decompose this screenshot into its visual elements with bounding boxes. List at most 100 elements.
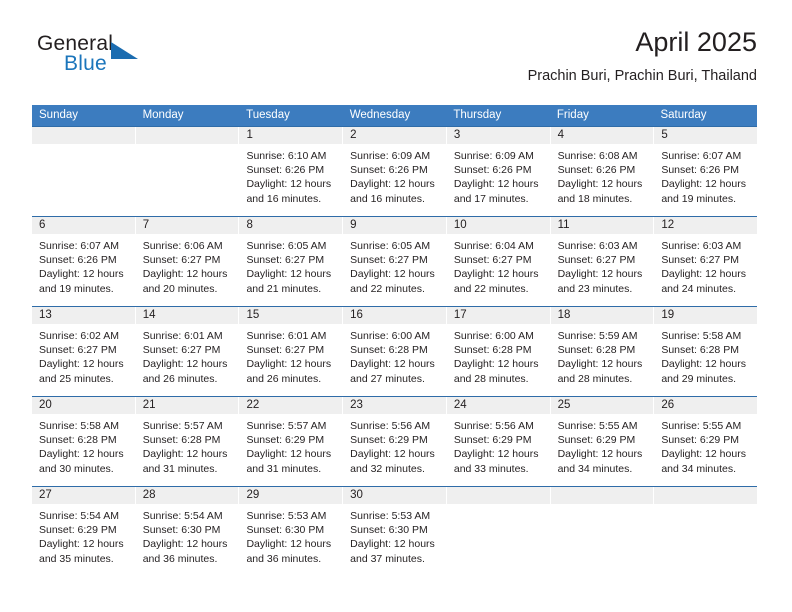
day-number-band: 27 bbox=[32, 487, 135, 504]
day-number-band: 5 bbox=[654, 127, 758, 144]
day-details: Sunrise: 6:10 AM Sunset: 6:26 PM Dayligh… bbox=[239, 144, 342, 206]
daylight-line-2: and 19 minutes. bbox=[661, 192, 737, 205]
sunset-time: Sunset: 6:28 PM bbox=[350, 344, 428, 357]
day-number: 6 bbox=[39, 219, 46, 231]
daylight-line-2: and 23 minutes. bbox=[557, 282, 633, 295]
day-number-band bbox=[550, 487, 654, 504]
daylight-line-2: and 36 minutes. bbox=[142, 552, 218, 565]
day-details: Sunrise: 6:07 AM Sunset: 6:26 PM Dayligh… bbox=[32, 234, 135, 296]
day-cell[interactable]: 29 Sunrise: 5:53 AM Sunset: 6:30 PM Dayl… bbox=[239, 487, 344, 576]
day-cell[interactable]: 30 Sunrise: 5:53 AM Sunset: 6:30 PM Dayl… bbox=[343, 487, 447, 576]
day-number-band: 19 bbox=[654, 307, 758, 324]
daylight-line-2: and 25 minutes. bbox=[39, 372, 114, 385]
sunrise-time: Sunrise: 6:05 AM bbox=[246, 240, 327, 252]
sunset-time: Sunset: 6:27 PM bbox=[453, 254, 532, 267]
sunset-time: Sunset: 6:28 PM bbox=[661, 344, 739, 357]
day-details: Sunrise: 6:02 AM Sunset: 6:27 PM Dayligh… bbox=[32, 324, 135, 386]
sunrise-time: Sunrise: 5:58 AM bbox=[39, 420, 119, 432]
day-cell[interactable]: 11 Sunrise: 6:03 AM Sunset: 6:27 PM Dayl… bbox=[550, 217, 655, 306]
day-details bbox=[447, 504, 550, 509]
daylight-line-1: Daylight: 12 hours bbox=[557, 268, 643, 281]
day-cell[interactable]: 9 Sunrise: 6:05 AM Sunset: 6:27 PM Dayli… bbox=[343, 217, 447, 306]
day-number: 13 bbox=[39, 309, 52, 321]
daylight-line-2: and 26 minutes. bbox=[246, 372, 322, 385]
day-cell[interactable]: 25 Sunrise: 5:55 AM Sunset: 6:29 PM Dayl… bbox=[550, 397, 655, 486]
sunrise-time: Sunrise: 6:09 AM bbox=[350, 150, 431, 162]
day-details: Sunrise: 6:07 AM Sunset: 6:26 PM Dayligh… bbox=[654, 144, 757, 206]
sunrise-time: Sunrise: 6:07 AM bbox=[661, 150, 742, 162]
day-cell[interactable]: 8 Sunrise: 6:05 AM Sunset: 6:27 PM Dayli… bbox=[239, 217, 344, 306]
day-cell[interactable]: 7 Sunrise: 6:06 AM Sunset: 6:27 PM Dayli… bbox=[135, 217, 240, 306]
day-cell[interactable]: 24 Sunrise: 5:56 AM Sunset: 6:29 PM Dayl… bbox=[446, 397, 551, 486]
daylight-line-1: Daylight: 12 hours bbox=[246, 538, 332, 551]
day-cell[interactable] bbox=[32, 127, 136, 216]
day-number-band bbox=[446, 487, 550, 504]
day-details: Sunrise: 6:08 AM Sunset: 6:26 PM Dayligh… bbox=[551, 144, 654, 206]
day-cell[interactable]: 13 Sunrise: 6:02 AM Sunset: 6:27 PM Dayl… bbox=[32, 307, 136, 396]
sunrise-time: Sunrise: 6:00 AM bbox=[453, 330, 534, 342]
day-cell[interactable]: 28 Sunrise: 5:54 AM Sunset: 6:30 PM Dayl… bbox=[135, 487, 240, 576]
day-number: 9 bbox=[350, 219, 357, 231]
sunrise-time: Sunrise: 6:06 AM bbox=[142, 240, 223, 252]
daylight-line-2: and 24 minutes. bbox=[661, 282, 737, 295]
page-title: April 2025 bbox=[635, 27, 757, 57]
day-cell[interactable]: 5 Sunrise: 6:07 AM Sunset: 6:26 PM Dayli… bbox=[654, 127, 758, 216]
day-cell[interactable] bbox=[135, 127, 240, 216]
daylight-line-1: Daylight: 12 hours bbox=[661, 268, 746, 281]
daylight-line-2: and 33 minutes. bbox=[453, 462, 529, 475]
day-cell[interactable]: 10 Sunrise: 6:04 AM Sunset: 6:27 PM Dayl… bbox=[446, 217, 551, 306]
day-cell[interactable]: 19 Sunrise: 5:58 AM Sunset: 6:28 PM Dayl… bbox=[654, 307, 758, 396]
day-cell[interactable]: 18 Sunrise: 5:59 AM Sunset: 6:28 PM Dayl… bbox=[550, 307, 655, 396]
weekday-header-wednesday: Wednesday bbox=[349, 109, 411, 121]
general-blue-logo[interactable]: General Blue bbox=[37, 32, 167, 82]
day-cell[interactable]: 6 Sunrise: 6:07 AM Sunset: 6:26 PM Dayli… bbox=[32, 217, 136, 306]
day-number-band: 22 bbox=[239, 397, 343, 414]
daylight-line-2: and 29 minutes. bbox=[661, 372, 737, 385]
day-number: 28 bbox=[142, 489, 156, 501]
day-cell[interactable]: 27 Sunrise: 5:54 AM Sunset: 6:29 PM Dayl… bbox=[32, 487, 136, 576]
day-cell[interactable]: 22 Sunrise: 5:57 AM Sunset: 6:29 PM Dayl… bbox=[239, 397, 344, 486]
sunrise-time: Sunrise: 5:53 AM bbox=[246, 510, 327, 522]
day-cell[interactable]: 1 Sunrise: 6:10 AM Sunset: 6:26 PM Dayli… bbox=[239, 127, 344, 216]
day-cell[interactable] bbox=[654, 487, 758, 576]
day-cell[interactable]: 17 Sunrise: 6:00 AM Sunset: 6:28 PM Dayl… bbox=[446, 307, 551, 396]
day-cell[interactable]: 12 Sunrise: 6:03 AM Sunset: 6:27 PM Dayl… bbox=[654, 217, 758, 306]
day-cell[interactable] bbox=[550, 487, 655, 576]
daylight-line-2: and 37 minutes. bbox=[350, 552, 425, 565]
sunset-time: Sunset: 6:26 PM bbox=[350, 164, 428, 177]
day-cell[interactable]: 26 Sunrise: 5:55 AM Sunset: 6:29 PM Dayl… bbox=[654, 397, 758, 486]
day-number: 25 bbox=[557, 399, 571, 411]
daylight-line-1: Daylight: 12 hours bbox=[142, 358, 228, 371]
day-details: Sunrise: 5:58 AM Sunset: 6:28 PM Dayligh… bbox=[654, 324, 757, 386]
day-number-band: 9 bbox=[343, 217, 446, 234]
sunrise-time: Sunrise: 6:00 AM bbox=[350, 330, 431, 342]
sunset-time: Sunset: 6:27 PM bbox=[350, 254, 428, 267]
day-number: 12 bbox=[661, 219, 675, 231]
daylight-line-1: Daylight: 12 hours bbox=[661, 358, 746, 371]
day-details: Sunrise: 6:00 AM Sunset: 6:28 PM Dayligh… bbox=[447, 324, 550, 386]
day-cell[interactable]: 3 Sunrise: 6:09 AM Sunset: 6:26 PM Dayli… bbox=[446, 127, 551, 216]
daylight-line-2: and 28 minutes. bbox=[557, 372, 633, 385]
day-cell[interactable]: 16 Sunrise: 6:00 AM Sunset: 6:28 PM Dayl… bbox=[343, 307, 447, 396]
day-cell[interactable]: 15 Sunrise: 6:01 AM Sunset: 6:27 PM Dayl… bbox=[239, 307, 344, 396]
day-number-band bbox=[32, 127, 135, 144]
daylight-line-1: Daylight: 12 hours bbox=[246, 268, 332, 281]
sunset-time: Sunset: 6:28 PM bbox=[453, 344, 532, 357]
daylight-line-2: and 16 minutes. bbox=[246, 192, 322, 205]
day-cell[interactable]: 4 Sunrise: 6:08 AM Sunset: 6:26 PM Dayli… bbox=[550, 127, 655, 216]
week-row: 1 Sunrise: 6:10 AM Sunset: 6:26 PM Dayli… bbox=[32, 126, 758, 216]
day-cell[interactable]: 14 Sunrise: 6:01 AM Sunset: 6:27 PM Dayl… bbox=[135, 307, 240, 396]
day-cell[interactable]: 21 Sunrise: 5:57 AM Sunset: 6:28 PM Dayl… bbox=[135, 397, 240, 486]
daylight-line-2: and 19 minutes. bbox=[39, 282, 114, 295]
day-cell[interactable]: 2 Sunrise: 6:09 AM Sunset: 6:26 PM Dayli… bbox=[343, 127, 447, 216]
day-cell[interactable]: 20 Sunrise: 5:58 AM Sunset: 6:28 PM Dayl… bbox=[32, 397, 136, 486]
day-number-band: 14 bbox=[135, 307, 239, 324]
day-cell[interactable]: 23 Sunrise: 5:56 AM Sunset: 6:29 PM Dayl… bbox=[343, 397, 447, 486]
daylight-line-2: and 34 minutes. bbox=[661, 462, 737, 475]
daylight-line-1: Daylight: 12 hours bbox=[350, 358, 435, 371]
day-details: Sunrise: 5:59 AM Sunset: 6:28 PM Dayligh… bbox=[551, 324, 654, 386]
daylight-line-1: Daylight: 12 hours bbox=[350, 268, 435, 281]
day-cell[interactable] bbox=[446, 487, 551, 576]
day-details: Sunrise: 6:00 AM Sunset: 6:28 PM Dayligh… bbox=[343, 324, 446, 386]
day-number: 30 bbox=[350, 489, 363, 501]
